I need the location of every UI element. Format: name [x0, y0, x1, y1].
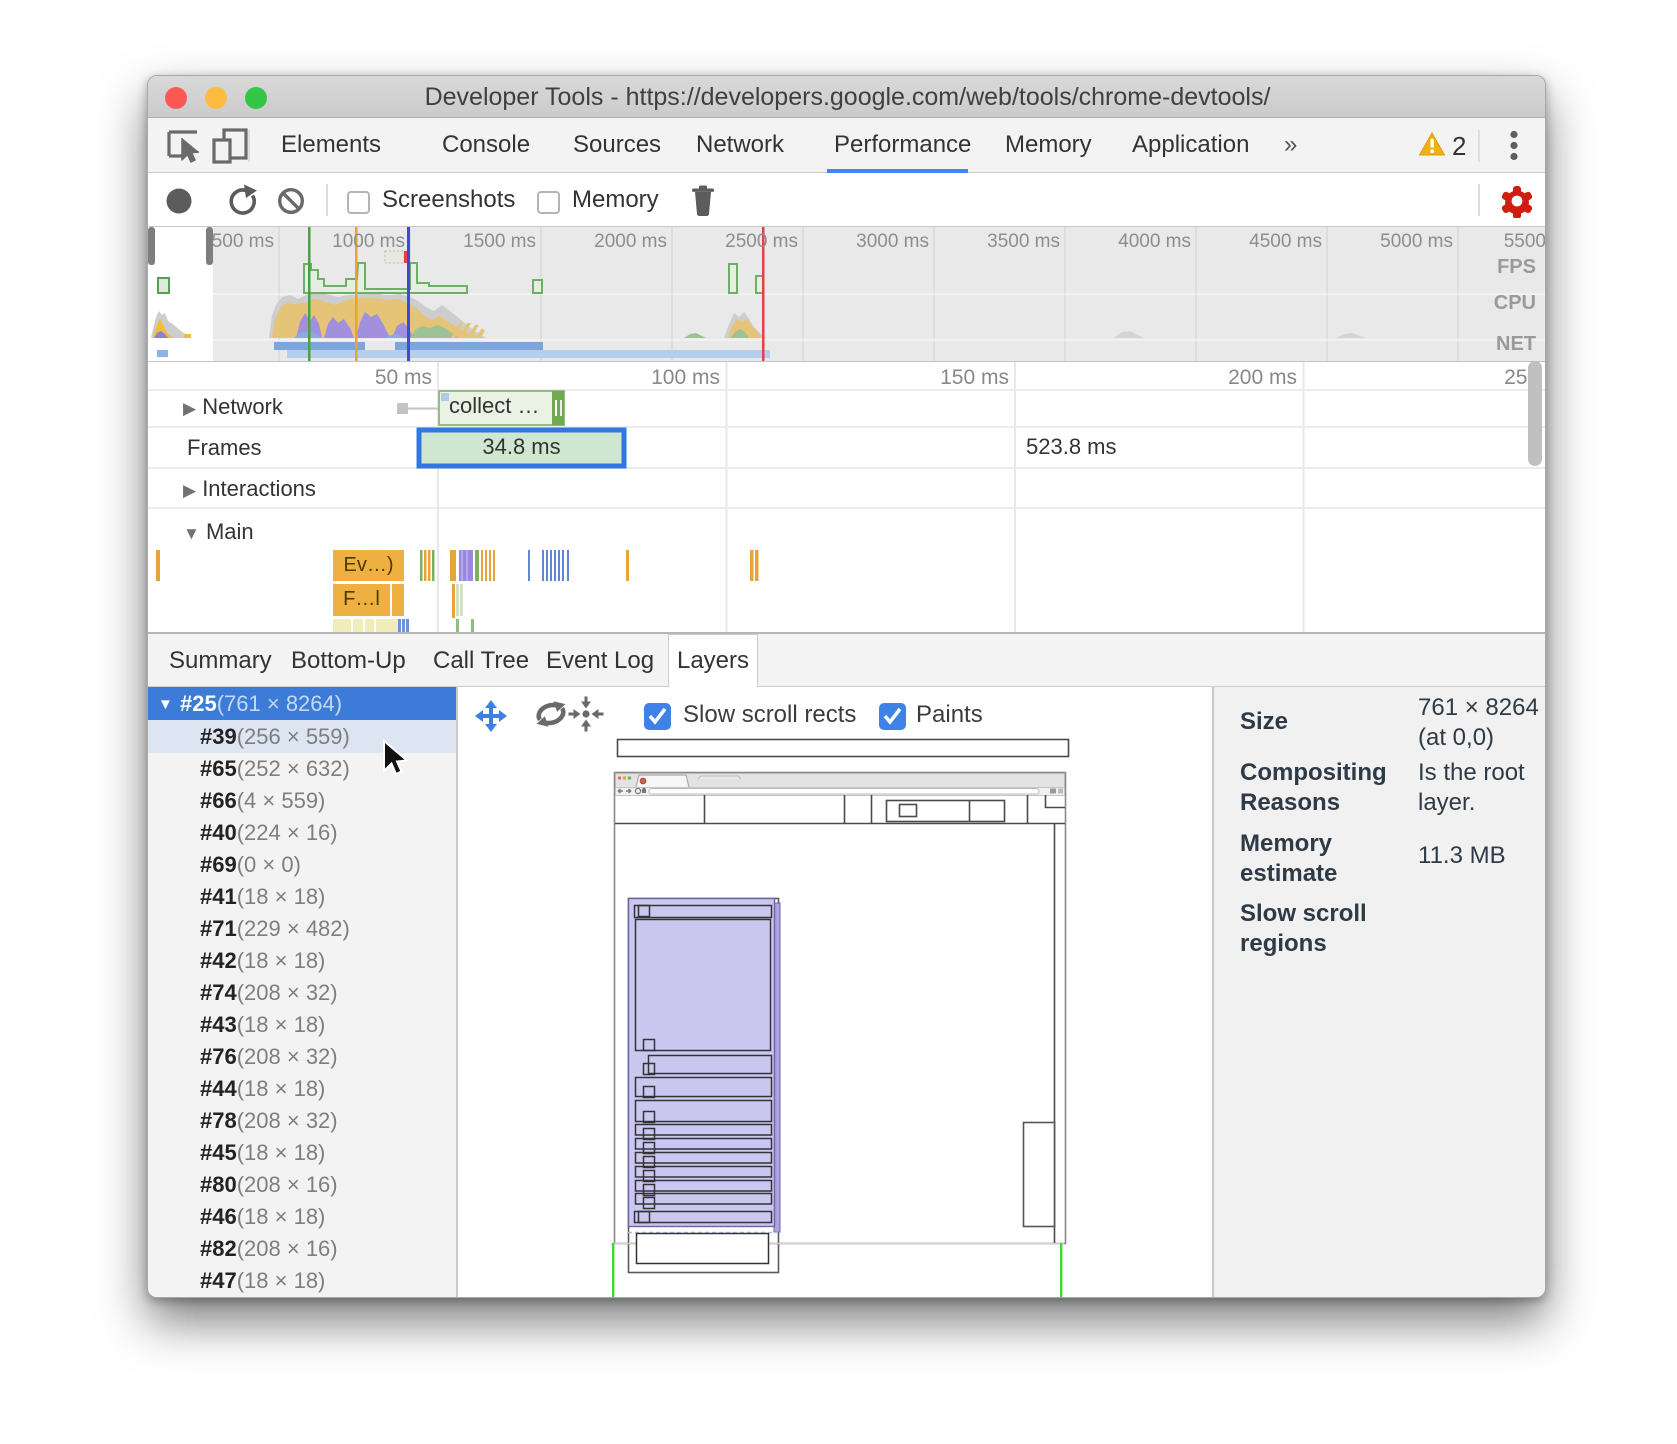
- svg-text:2: 2: [1452, 131, 1466, 161]
